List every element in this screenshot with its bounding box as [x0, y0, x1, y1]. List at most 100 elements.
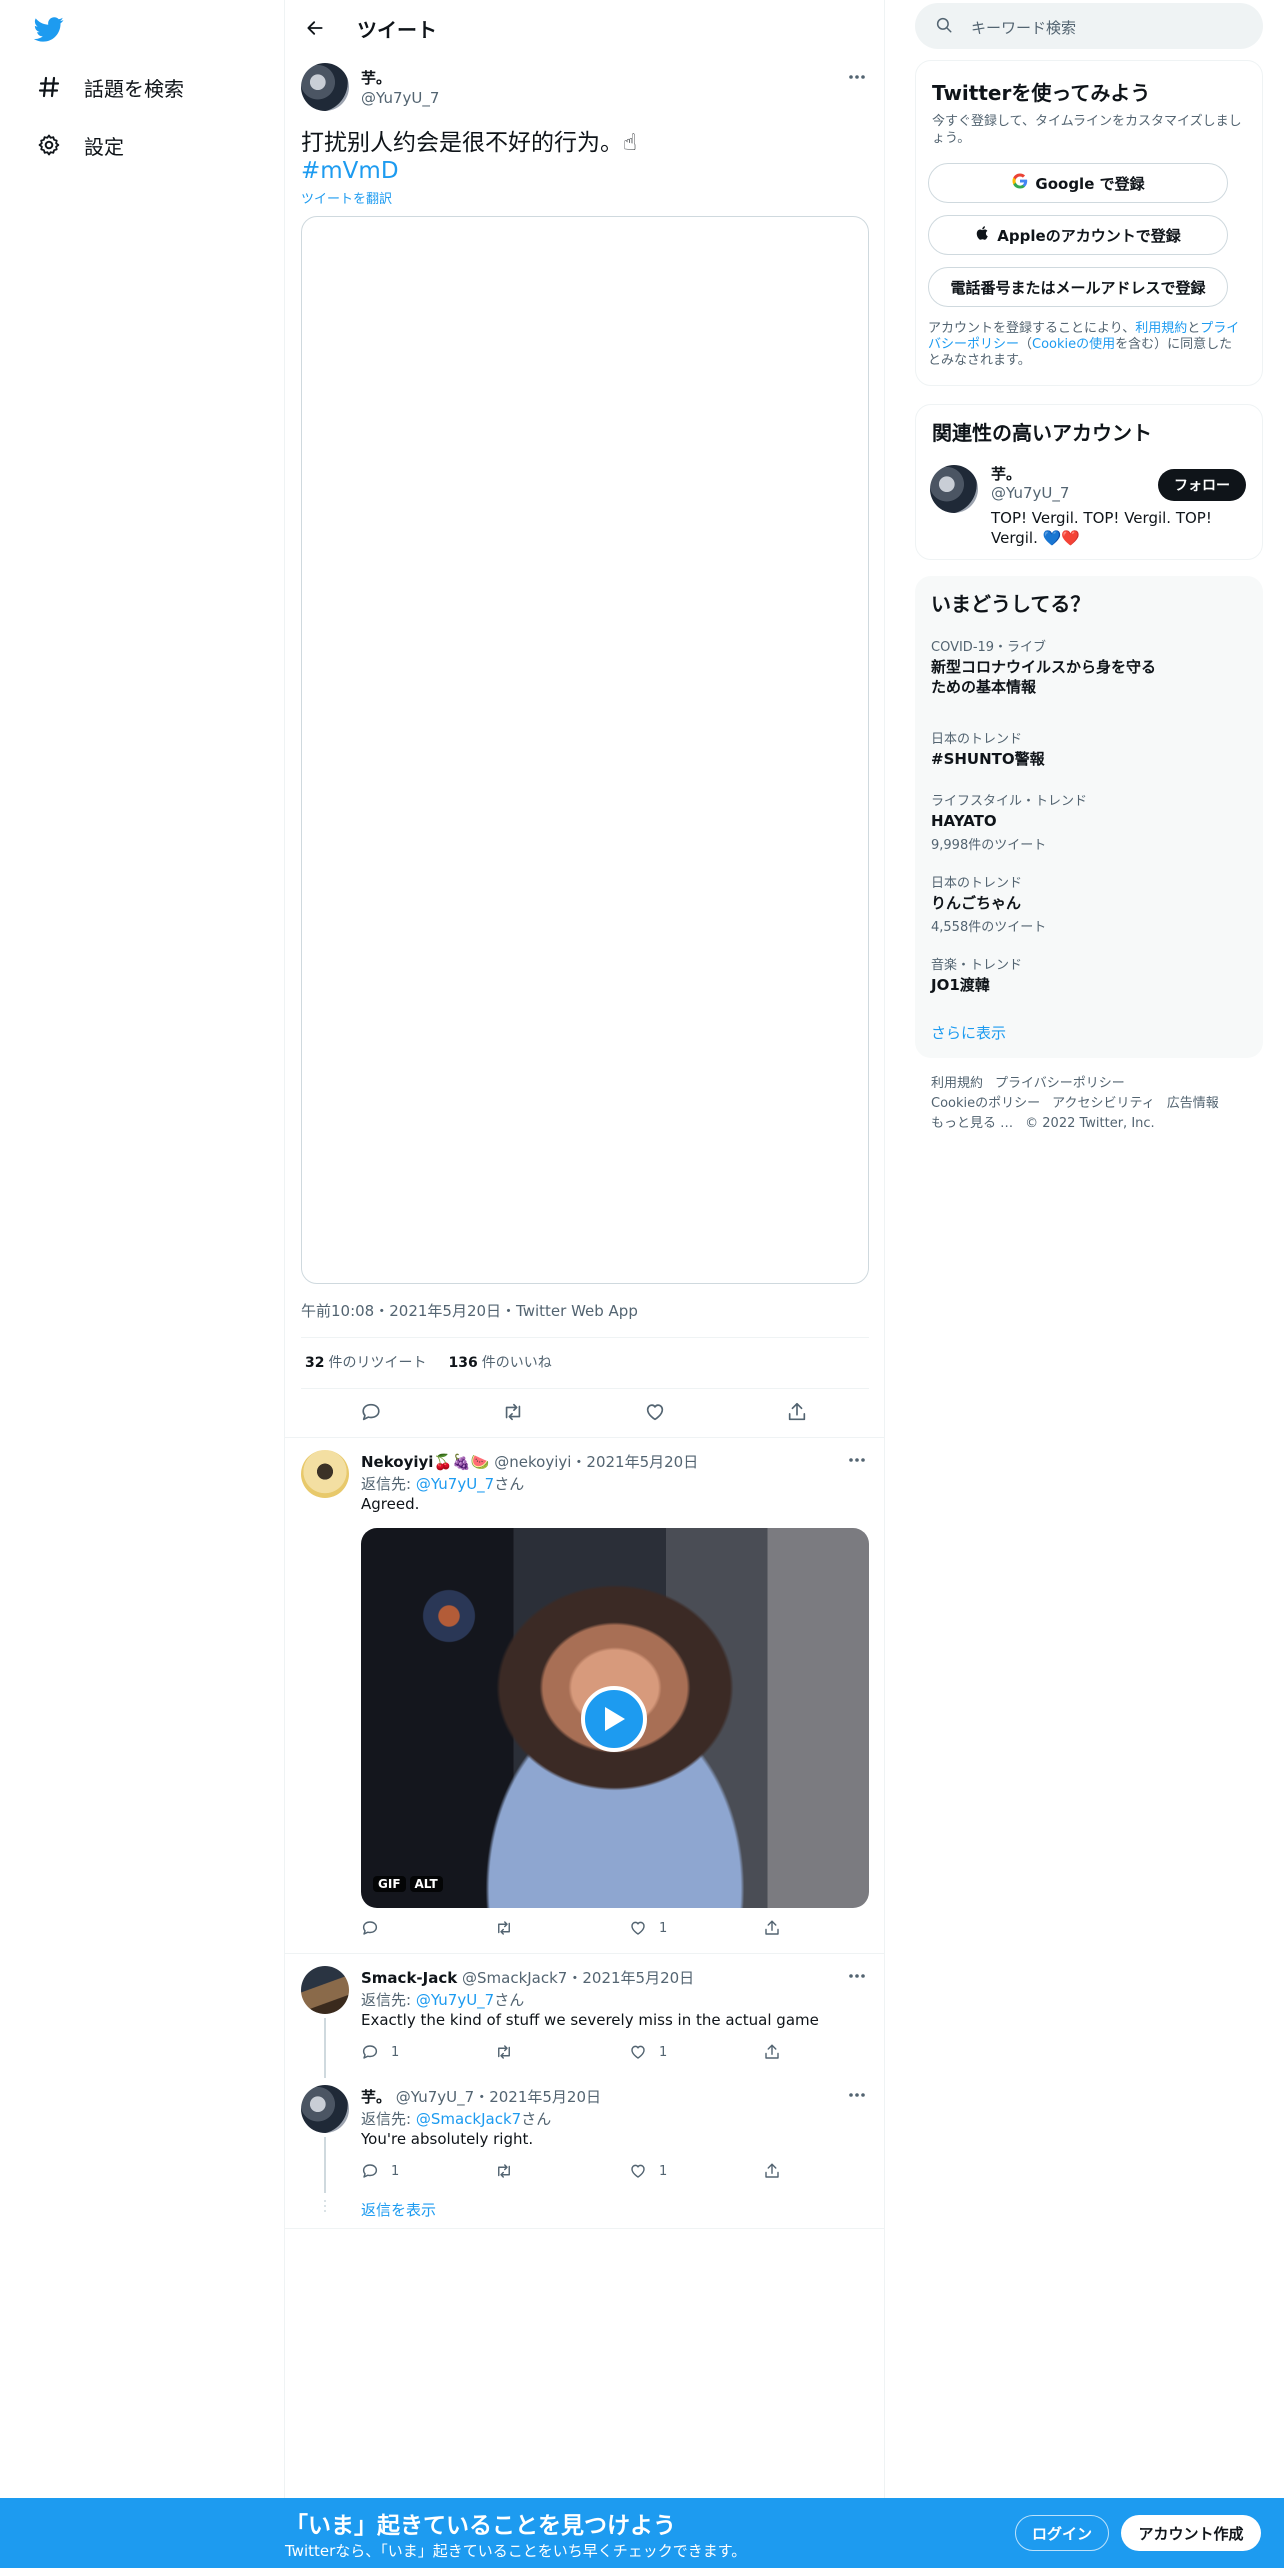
related-bio: TOP! Vergil. TOP! Vergil. TOP! Vergil. 💙… [991, 509, 1212, 547]
author-handle[interactable]: @Yu7yU_7 [361, 89, 439, 107]
like-button[interactable]: 1 [629, 2043, 667, 2061]
reply-button[interactable] [360, 1401, 382, 1423]
more-options-icon[interactable] [845, 2083, 869, 2107]
trend-item[interactable]: 日本のトレンド りんごちゃん 4,558件のツイート [931, 872, 1046, 935]
trends-show-more-link[interactable]: さらに表示 [931, 1022, 1006, 1043]
back-arrow-icon[interactable] [299, 12, 331, 44]
heart-icon [631, 2164, 645, 2178]
related-avatar[interactable] [930, 465, 978, 513]
footer-more-link[interactable]: もっと見る … [931, 1116, 1013, 1131]
login-button[interactable]: ログイン [1015, 2515, 1109, 2551]
twitter-logo-icon[interactable] [32, 14, 66, 44]
reply-avatar[interactable] [301, 1966, 349, 2014]
divider [301, 1388, 869, 1389]
footer-privacy-link[interactable]: プライバシーポリシー [995, 1076, 1125, 1091]
reply-author-name[interactable]: 芋。 [361, 2088, 391, 2106]
reply-to-handle[interactable]: @Yu7yU_7 [416, 1475, 494, 1493]
like-button[interactable] [644, 1401, 666, 1423]
reply-date[interactable]: ・2021年5月20日 [474, 2088, 601, 2106]
related-name[interactable]: 芋。 [991, 463, 1021, 484]
signup-card: Twitterを使ってみよう 今すぐ登録して、タイムラインをカスタマイズしましょ… [915, 60, 1263, 386]
show-replies-link[interactable]: 返信を表示 [361, 2199, 436, 2220]
reply-author-name[interactable]: Nekoyiyi🍒🍇🍉 [361, 1453, 489, 1471]
like-count: 1 [659, 1920, 668, 1936]
author-name[interactable]: 芋。 [361, 67, 391, 88]
more-options-icon[interactable] [845, 1448, 869, 1472]
trend-name: 新型コロナウイルスから身を守るための基本情報 [931, 658, 1157, 696]
share-button[interactable] [763, 2162, 781, 2180]
retweet-stat[interactable]: 32 件のリツイート [305, 1352, 426, 1372]
like-button[interactable]: 1 [629, 2162, 667, 2180]
nav-item-explore[interactable]: 話題を検索 [36, 67, 184, 107]
footer-ads-link[interactable]: 広告情報 [1167, 1096, 1219, 1111]
footer-cookie-link[interactable]: Cookieのポリシー [931, 1096, 1040, 1111]
retweet-button[interactable] [502, 1401, 524, 1423]
trend-item[interactable]: 音楽・トレンド JO1渡韓 [931, 954, 1022, 995]
trends-title: いまどうしてる？ [931, 592, 1091, 616]
nav-item-settings[interactable]: 設定 [36, 125, 124, 165]
google-signup-button[interactable]: Google で登録 [928, 163, 1228, 203]
share-button[interactable] [786, 1401, 808, 1423]
tweet-timestamp[interactable]: 午前10:08・2021年5月20日・Twitter Web App [301, 1300, 638, 1321]
author-avatar[interactable] [301, 63, 349, 111]
reply-button[interactable]: 1 [361, 2043, 399, 2061]
divider [285, 1953, 885, 1954]
play-button[interactable] [581, 1686, 647, 1752]
apple-signup-button[interactable]: Appleのアカウントで登録 [928, 215, 1228, 255]
share-icon [788, 1402, 806, 1421]
reply-date[interactable]: ・2021年5月20日 [567, 1969, 694, 1987]
footer-terms-link[interactable]: 利用規約 [931, 1076, 983, 1091]
banner-title: 「いま」起きていることを見つけよう [285, 2513, 676, 2539]
retweet-button[interactable] [495, 2043, 513, 2061]
cookie-link[interactable]: Cookieの使用 [1032, 337, 1115, 352]
reply-avatar[interactable] [301, 2085, 349, 2133]
related-accounts-card: 関連性の高いアカウント 芋。 @Yu7yU_7 フォロー TOP! Vergil… [915, 404, 1263, 560]
trend-item[interactable]: 日本のトレンド #SHUNTO警報 [931, 728, 1045, 769]
reply-date[interactable]: ・2021年5月20日 [571, 1453, 698, 1471]
trend-category: COVID-19・ライブ [931, 640, 1047, 655]
reply-header: Smack-Jack @SmackJack7・2021年5月20日 [361, 1967, 694, 1988]
reply-to-handle[interactable]: @SmackJack7 [416, 2110, 521, 2128]
create-account-button[interactable]: アカウント作成 [1121, 2515, 1261, 2551]
translate-link[interactable]: ツイートを翻訳 [301, 188, 392, 207]
retweet-button[interactable] [495, 1919, 513, 1937]
reply-header: Nekoyiyi🍒🍇🍉 @nekoyiyi・2021年5月20日 [361, 1451, 698, 1472]
more-options-icon[interactable] [845, 1964, 869, 1988]
footer-copyright: © 2022 Twitter, Inc. [1025, 1116, 1155, 1131]
share-button[interactable] [763, 2043, 781, 2061]
reply-button[interactable]: 1 [361, 2162, 399, 2180]
trend-item[interactable]: ライフスタイル・トレンド HAYATO 9,998件のツイート [931, 790, 1087, 853]
retweet-button[interactable] [495, 2162, 513, 2180]
share-button[interactable] [763, 1919, 781, 1937]
search-input[interactable]: キーワード検索 [915, 3, 1263, 49]
reply-author-name[interactable]: Smack-Jack [361, 1969, 457, 1987]
share-icon [765, 2163, 779, 2178]
retweet-icon [505, 1403, 521, 1421]
like-stat[interactable]: 136 件のいいね [448, 1352, 551, 1372]
reply-author-handle[interactable]: @Yu7yU_7 [396, 2088, 474, 2106]
alt-badge[interactable]: ALT [409, 1876, 443, 1892]
retweet-icon [498, 2164, 510, 2178]
reply-icon [362, 1403, 380, 1421]
tweet-media[interactable] [301, 216, 869, 1284]
tweet-hashtag[interactable]: #mVmD [301, 158, 399, 184]
related-handle[interactable]: @Yu7yU_7 [991, 484, 1069, 502]
terms-link[interactable]: 利用規約 [1135, 321, 1187, 336]
follow-button[interactable]: フォロー [1158, 469, 1246, 501]
main-column: ツイート 芋。 @Yu7yU_7 打扰别人约会是很不好的行为。☝ #mVmD ツ… [285, 0, 885, 2498]
like-button[interactable]: 1 [629, 1919, 667, 1937]
reply-gif-media[interactable]: GIF ALT [361, 1528, 869, 1908]
gear-icon [36, 132, 62, 158]
phone-email-signup-button[interactable]: 電話番号またはメールアドレスで登録 [928, 267, 1228, 307]
reply-author-handle[interactable]: @SmackJack7 [462, 1969, 567, 1987]
gif-badge: GIF [373, 1876, 406, 1892]
reply-avatar[interactable] [301, 1450, 349, 1498]
reply-button[interactable] [361, 1919, 379, 1937]
footer-accessibility-link[interactable]: アクセシビリティ [1052, 1096, 1155, 1111]
reply-to-handle[interactable]: @Yu7yU_7 [416, 1991, 494, 2009]
signup-terms: アカウントを登録することにより、利用規約とプライバシーポリシー（Cookieの使… [928, 321, 1244, 369]
reply-author-handle[interactable]: @nekoyiyi [494, 1453, 571, 1471]
more-options-icon[interactable] [845, 65, 869, 89]
reply-to-suffix: さん [494, 1475, 525, 1493]
trend-item[interactable]: COVID-19・ライブ 新型コロナウイルスから身を守るための基本情報 [931, 636, 1161, 697]
